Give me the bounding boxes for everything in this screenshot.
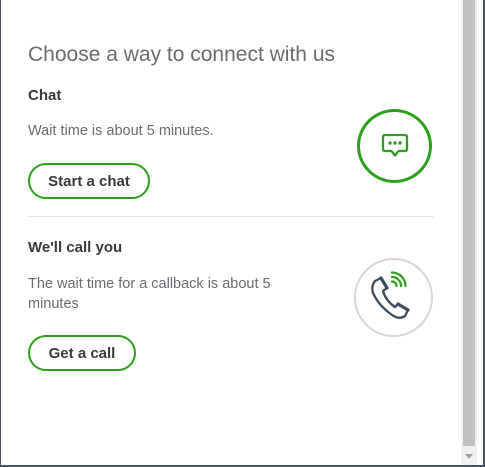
scroll-down-arrow-icon[interactable] (461, 448, 477, 464)
window-border-left (0, 0, 1, 467)
chat-wait-time: Wait time is about 5 minutes. (28, 123, 214, 139)
get-call-button[interactable]: Get a call (28, 335, 136, 371)
phone-icon (354, 258, 433, 337)
callback-heading: We'll call you (28, 239, 123, 256)
start-chat-button[interactable]: Start a chat (28, 163, 150, 199)
chat-bubble-icon (357, 109, 432, 183)
section-divider (28, 216, 434, 217)
scrollbar-thumb[interactable] (463, 0, 475, 446)
vertical-scrollbar[interactable] (461, 0, 477, 465)
callback-wait-time: The wait time for a callback is about 5 … (28, 276, 271, 312)
chat-heading: Chat (28, 87, 62, 104)
dialog-title: Choose a way to connect with us (28, 43, 336, 66)
